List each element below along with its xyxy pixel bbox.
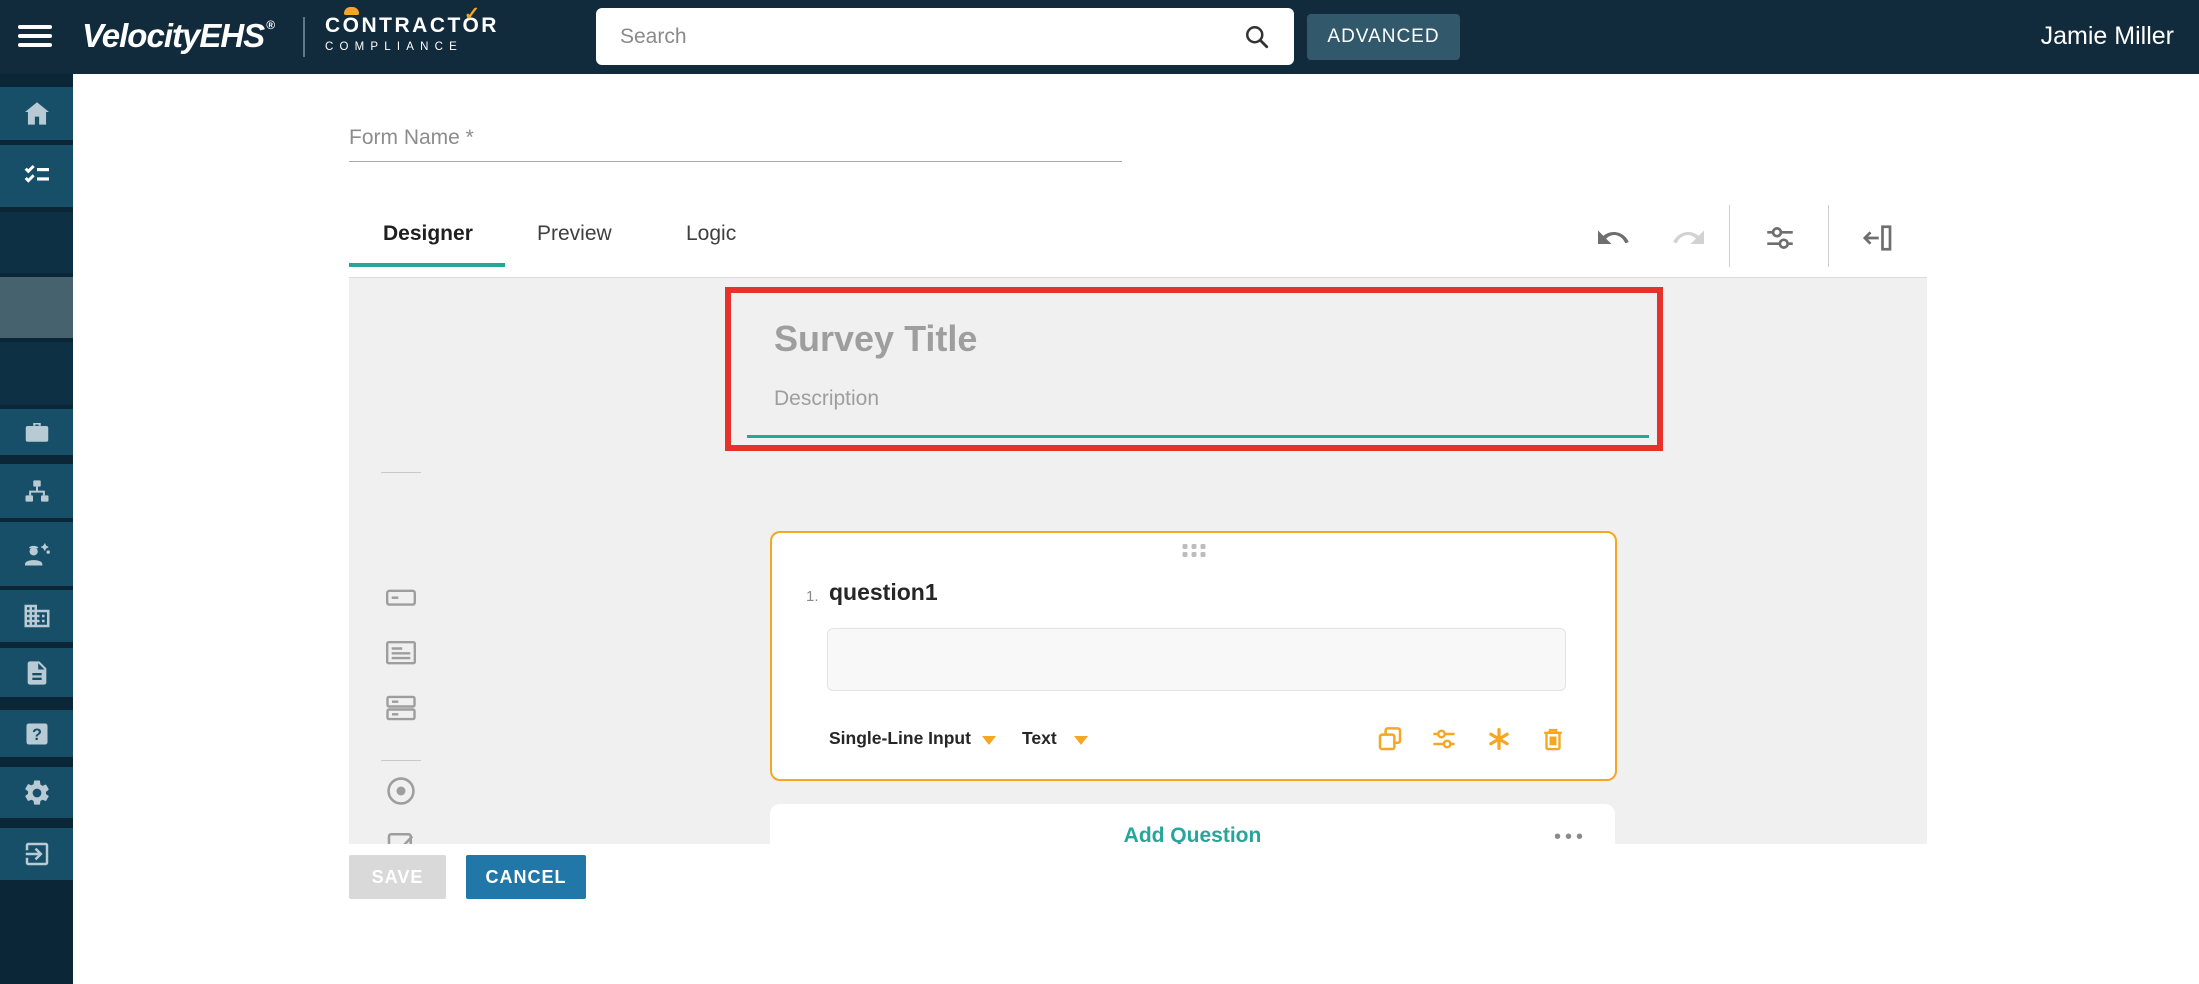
briefcase-icon [22, 417, 52, 447]
contractor-worker-icon [21, 538, 53, 570]
sidebar-item-jobs[interactable] [0, 409, 73, 455]
velocityehs-logo: VelocityEHS ® [82, 17, 275, 55]
left-sidebar: ? [0, 74, 73, 984]
survey-header-annotation-box[interactable]: Survey Title Description [725, 287, 1663, 451]
survey-description-placeholder[interactable]: Description [774, 387, 879, 411]
survey-title-underline [747, 435, 1649, 438]
checkbox-icon[interactable] [383, 826, 419, 844]
sidebar-item-selected[interactable] [0, 277, 73, 338]
logo-text: VelocityEHS [82, 17, 265, 54]
sidebar-item-hidden-1[interactable] [0, 212, 73, 273]
caret-down-icon[interactable] [1074, 736, 1088, 745]
toolbox-divider [381, 760, 421, 761]
org-chart-icon [22, 476, 52, 506]
add-question-card: Add Question ••• [770, 804, 1615, 844]
tab-designer[interactable]: Designer [383, 222, 473, 246]
svg-text:?: ? [32, 725, 42, 743]
question-settings-icon[interactable] [1429, 724, 1459, 754]
toolbox-divider [381, 472, 421, 473]
global-search-box [596, 8, 1294, 65]
logout-icon [22, 839, 52, 869]
hamburger-menu-icon[interactable] [18, 25, 52, 49]
survey-title-placeholder[interactable]: Survey Title [774, 318, 977, 360]
question-number: 1. [806, 588, 819, 605]
home-icon [21, 98, 53, 130]
sidebar-item-checklist[interactable] [0, 145, 73, 207]
add-question-button[interactable]: Add Question [770, 824, 1615, 844]
multi-line-text-icon[interactable] [383, 635, 419, 671]
settings-gear-icon [22, 778, 52, 808]
undo-icon[interactable] [1595, 220, 1631, 261]
more-options-icon[interactable]: ••• [1554, 826, 1587, 844]
question-card[interactable]: 1. question1 Single-Line Input Text [770, 531, 1617, 781]
duplicate-icon[interactable] [1375, 724, 1405, 754]
sidebar-item-logout[interactable] [0, 828, 73, 880]
sidebar-item-help[interactable]: ? [0, 710, 73, 757]
question-type-dropdown[interactable]: Single-Line Input [829, 728, 971, 749]
save-button[interactable]: SAVE [349, 855, 446, 899]
form-designer-page: VelocityEHS® CONTRACTOR✓ COMPLIANCE ADVA… [0, 0, 2199, 984]
building-icon [22, 601, 52, 631]
contractor-compliance-wordmark: CONTRACTOR ✓ COMPLIANCE [325, 4, 499, 53]
hardhat-icon [344, 7, 359, 15]
active-tab-indicator [349, 263, 505, 267]
cancel-button[interactable]: CANCEL [466, 855, 586, 899]
sidebar-item-documents[interactable] [0, 648, 73, 697]
form-settings-tune-icon[interactable] [1762, 220, 1798, 261]
drag-handle-icon[interactable] [1182, 544, 1205, 560]
sidebar-item-hidden-2[interactable] [0, 342, 73, 405]
designer-canvas-panel: Survey Title Description 1. question1 Si… [349, 277, 1927, 844]
registered-mark: ® [266, 18, 275, 32]
search-input[interactable] [620, 8, 1200, 65]
help-icon: ? [23, 720, 51, 748]
document-icon [23, 659, 51, 687]
required-asterisk-icon[interactable] [1484, 724, 1514, 754]
question-answer-input[interactable] [827, 628, 1566, 691]
advanced-search-button[interactable]: ADVANCED [1307, 14, 1460, 60]
sidebar-item-contractors[interactable] [0, 522, 73, 586]
redo-icon[interactable] [1671, 220, 1707, 261]
search-icon[interactable] [1242, 22, 1272, 57]
caret-down-icon[interactable] [982, 736, 996, 745]
question-subtype-dropdown[interactable]: Text [1022, 728, 1057, 749]
delete-icon[interactable] [1538, 724, 1568, 754]
form-name-label: Form Name * [349, 126, 474, 149]
logo-divider [303, 17, 305, 57]
form-name-input-underline[interactable] [349, 161, 1122, 162]
sidebar-item-companies[interactable] [0, 590, 73, 642]
user-name[interactable]: Jamie Miller [2041, 22, 2174, 51]
radio-button-icon[interactable] [383, 773, 419, 809]
sidebar-item-org-chart[interactable] [0, 464, 73, 518]
question-title[interactable]: question1 [829, 579, 938, 606]
checklist-icon [21, 160, 53, 192]
sidebar-item-settings[interactable] [0, 767, 73, 818]
top-header-bar: VelocityEHS® CONTRACTOR✓ COMPLIANCE ADVA… [0, 0, 2199, 74]
toolbar-divider [1729, 205, 1730, 267]
tab-logic[interactable]: Logic [686, 222, 736, 246]
sidebar-item-home[interactable] [0, 87, 73, 140]
single-line-input-icon[interactable] [383, 580, 419, 616]
toolbar-divider [1828, 205, 1829, 267]
double-input-icon[interactable] [383, 690, 419, 726]
brand-checkmark-icon: ✓ [464, 4, 483, 25]
collapse-panel-icon[interactable] [1860, 220, 1896, 261]
brand-line2: COMPLIANCE [325, 41, 464, 53]
tab-preview[interactable]: Preview [537, 222, 612, 246]
